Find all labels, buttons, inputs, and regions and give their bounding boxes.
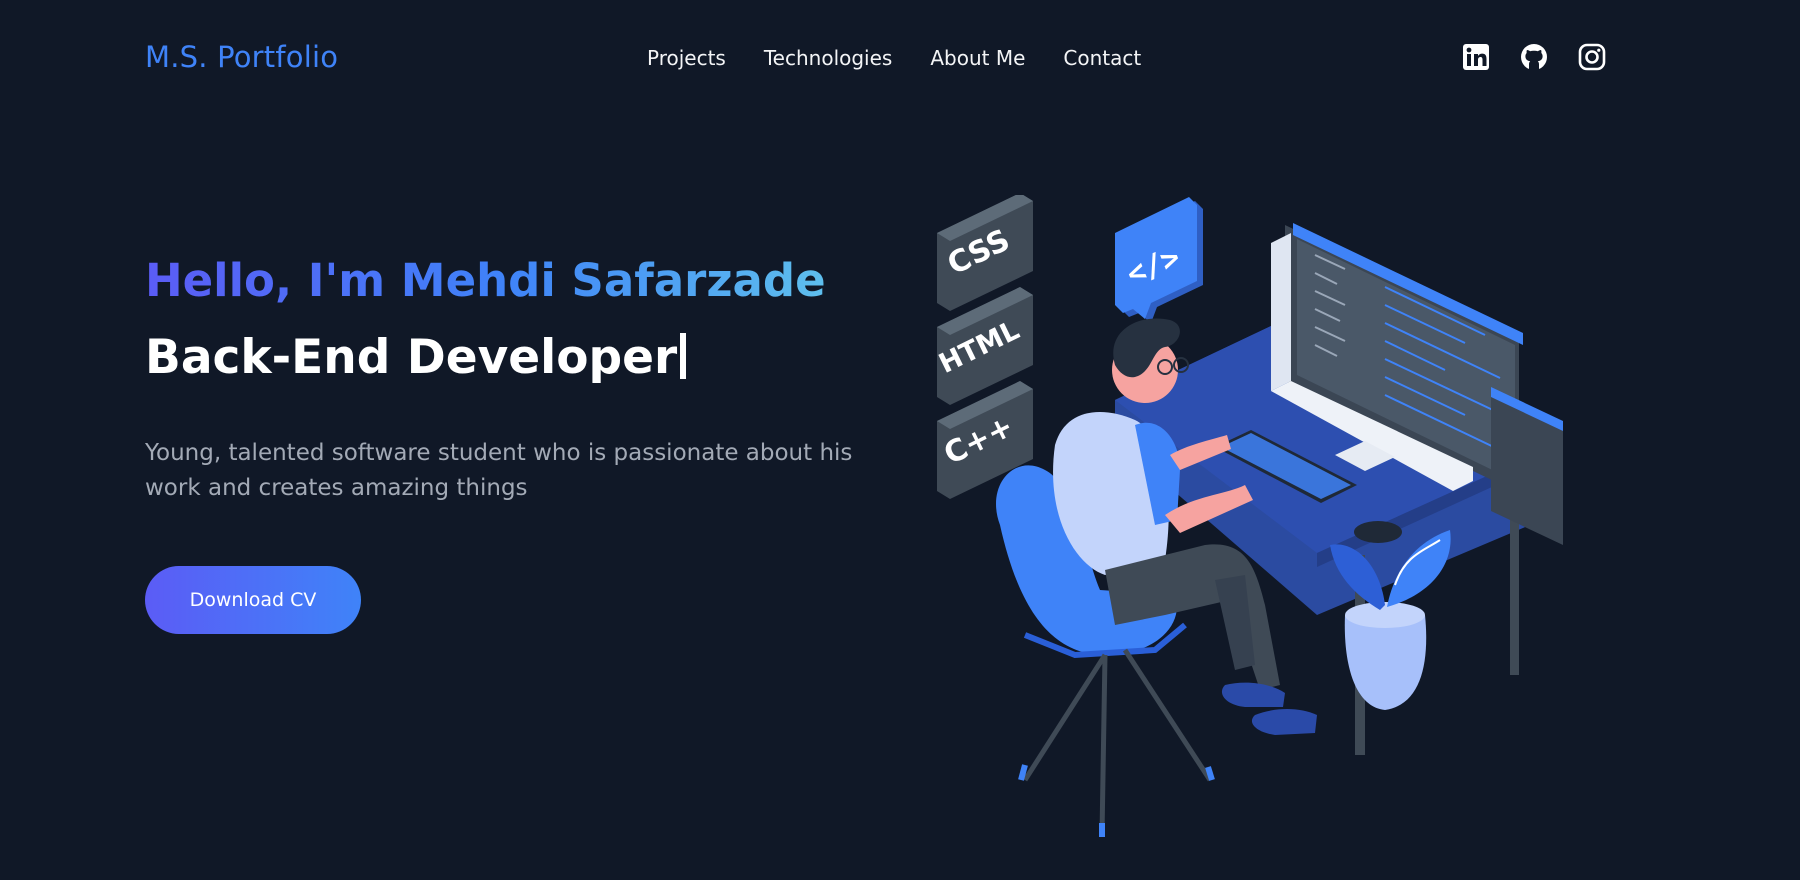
hero-greeting: Hello, I'm Mehdi Safarzade	[145, 252, 865, 310]
github-icon[interactable]	[1520, 43, 1548, 71]
developer-illustration-svg: CSS HTML C++ </>	[934, 193, 1563, 837]
role-text: Back-End Developer	[145, 330, 678, 385]
developer-illustration: CSS HTML C++ </>	[925, 193, 1575, 855]
typing-cursor	[680, 333, 687, 379]
download-cv-button[interactable]: Download CV	[145, 566, 361, 634]
main-menu: Projects Technologies About Me Contact	[647, 46, 1141, 70]
navbar: M.S. Portfolio Projects Technologies Abo…	[0, 0, 1800, 120]
instagram-icon[interactable]	[1578, 43, 1606, 71]
hero-description: Young, talented software student who is …	[145, 440, 853, 501]
code-bubble: </>	[1115, 197, 1203, 323]
nav-link-contact[interactable]: Contact	[1063, 46, 1141, 70]
hero-section: Hello, I'm Mehdi Safarzade Back-End Deve…	[145, 252, 865, 506]
social-links	[1462, 43, 1606, 71]
nav-link-about-me[interactable]: About Me	[930, 46, 1025, 70]
nav-link-projects[interactable]: Projects	[647, 46, 726, 70]
nav-link-technologies[interactable]: Technologies	[764, 46, 892, 70]
linkedin-icon[interactable]	[1462, 43, 1490, 71]
hero-role: Back-End Developer	[145, 328, 865, 388]
site-logo[interactable]: M.S. Portfolio	[145, 40, 338, 74]
